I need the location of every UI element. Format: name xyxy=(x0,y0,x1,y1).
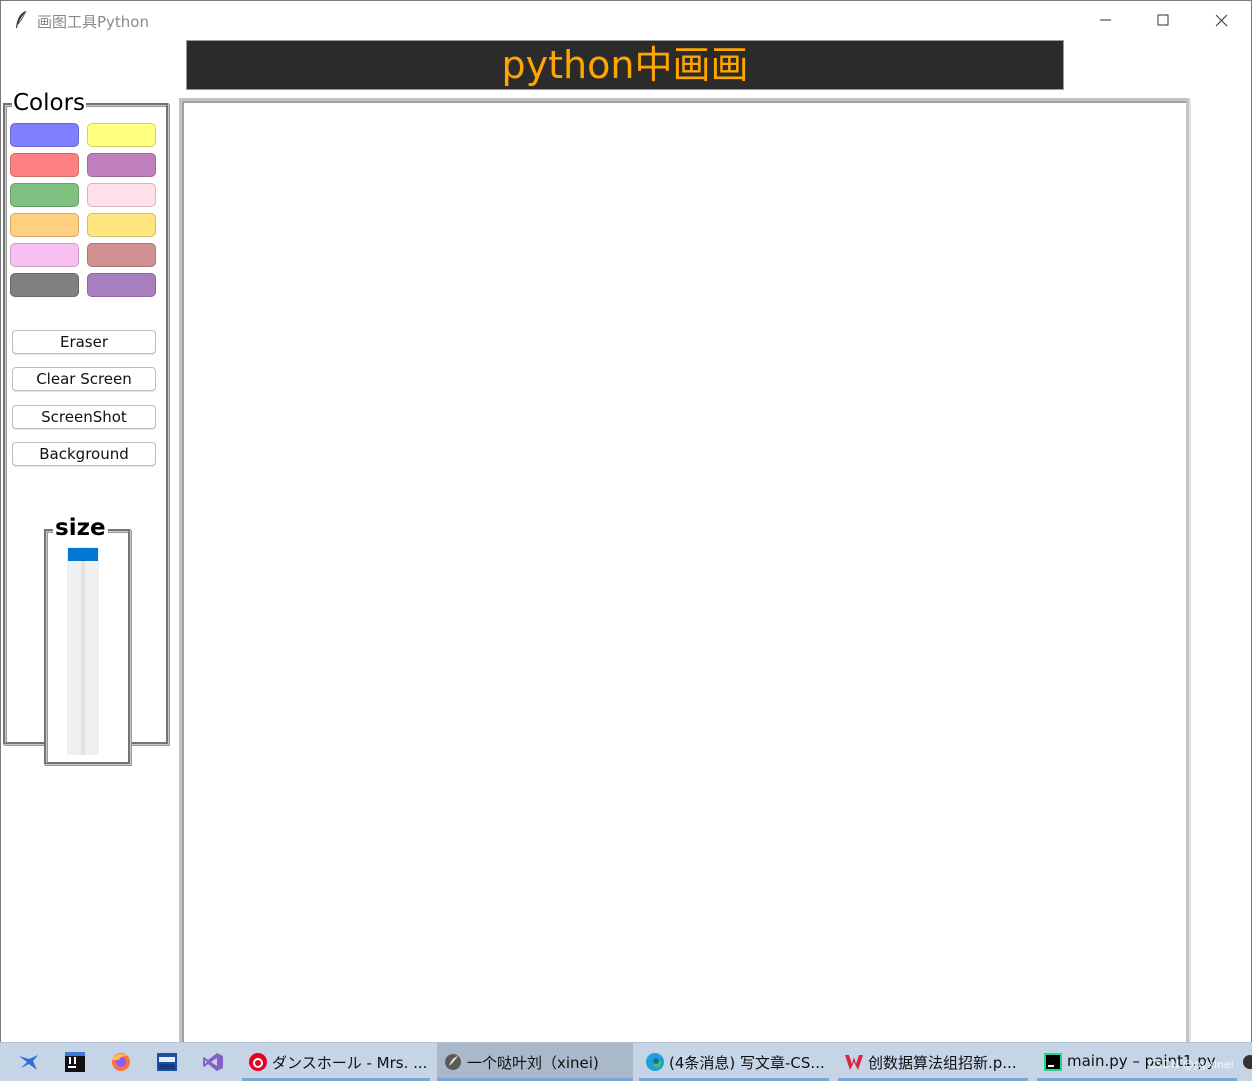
overflow-icon[interactable] xyxy=(1240,1052,1252,1072)
color-swatch-light-pink[interactable] xyxy=(87,183,156,207)
close-icon xyxy=(1215,14,1228,27)
eraser-button[interactable]: Eraser xyxy=(12,330,156,354)
color-swatch-violet[interactable] xyxy=(87,273,156,297)
color-swatch-orange[interactable] xyxy=(10,213,79,237)
devcpp-icon[interactable] xyxy=(156,1052,178,1072)
color-swatch-pink[interactable] xyxy=(10,243,79,267)
color-swatch-yellow[interactable] xyxy=(87,123,156,147)
minimize-icon xyxy=(1100,19,1111,21)
header-banner: python中画画 xyxy=(186,40,1064,90)
title-bar: 画图工具Python xyxy=(1,1,1251,39)
size-slider-thumb[interactable] xyxy=(68,548,98,561)
pycharm-icon xyxy=(1044,1053,1062,1071)
taskbar-item-label: 创数据算法组招新.p... xyxy=(868,1054,1017,1072)
netease-music-icon xyxy=(249,1053,267,1071)
firefox-icon[interactable] xyxy=(110,1052,132,1072)
taskbar-item-document[interactable]: 创数据算法组招新.p... xyxy=(838,1043,1028,1081)
colors-panel-label: Colors xyxy=(12,90,87,116)
maximize-button[interactable] xyxy=(1134,1,1192,39)
taskbar-item-paint-app[interactable]: 一个哒叶刘（xinei) xyxy=(437,1043,633,1081)
feather-icon xyxy=(16,10,27,28)
taskbar-item-label: 一个哒叶刘（xinei) xyxy=(467,1054,599,1072)
color-swatch-green[interactable] xyxy=(10,183,79,207)
color-swatch-gold[interactable] xyxy=(87,213,156,237)
size-panel-label: size xyxy=(53,515,108,541)
taskbar-item-label: (4条消息) 写文章-CS... xyxy=(669,1054,825,1072)
color-swatch-blue[interactable] xyxy=(10,123,79,147)
feather-icon xyxy=(445,1054,461,1070)
banner-title: python中画画 xyxy=(501,43,749,87)
taskbar-item-browser[interactable]: (4条消息) 写文章-CS... xyxy=(639,1043,829,1081)
clear-screen-button[interactable]: Clear Screen xyxy=(12,367,156,391)
taskbar-item-music[interactable]: ダンスホール - Mrs. ... xyxy=(242,1043,430,1081)
edge-icon xyxy=(646,1053,664,1071)
color-swatch-purple[interactable] xyxy=(87,153,156,177)
intellij-icon[interactable] xyxy=(64,1052,86,1072)
size-slider[interactable] xyxy=(67,547,99,755)
minimize-button[interactable] xyxy=(1076,1,1134,39)
size-slider-rail xyxy=(81,547,85,755)
maximize-icon xyxy=(1157,14,1169,26)
drawing-canvas[interactable] xyxy=(179,98,1189,1054)
color-swatch-rosy-brown[interactable] xyxy=(87,243,156,267)
visual-studio-icon[interactable] xyxy=(202,1052,224,1072)
color-swatch-red[interactable] xyxy=(10,153,79,177)
color-swatch-gray[interactable] xyxy=(10,273,79,297)
hummingbird-icon[interactable] xyxy=(17,1052,39,1072)
taskbar: ダンスホール - Mrs. ... 一个哒叶刘（xinei) (4条消息) 写文… xyxy=(0,1042,1252,1081)
watermark: CSDN @pyxinei xyxy=(1148,1058,1234,1071)
close-button[interactable] xyxy=(1192,1,1250,39)
screenshot-button[interactable]: ScreenShot xyxy=(12,405,156,429)
window-title: 画图工具Python xyxy=(37,13,149,31)
wps-icon xyxy=(845,1055,863,1070)
background-button[interactable]: Background xyxy=(12,442,156,466)
taskbar-item-label: ダンスホール - Mrs. ... xyxy=(272,1054,428,1072)
